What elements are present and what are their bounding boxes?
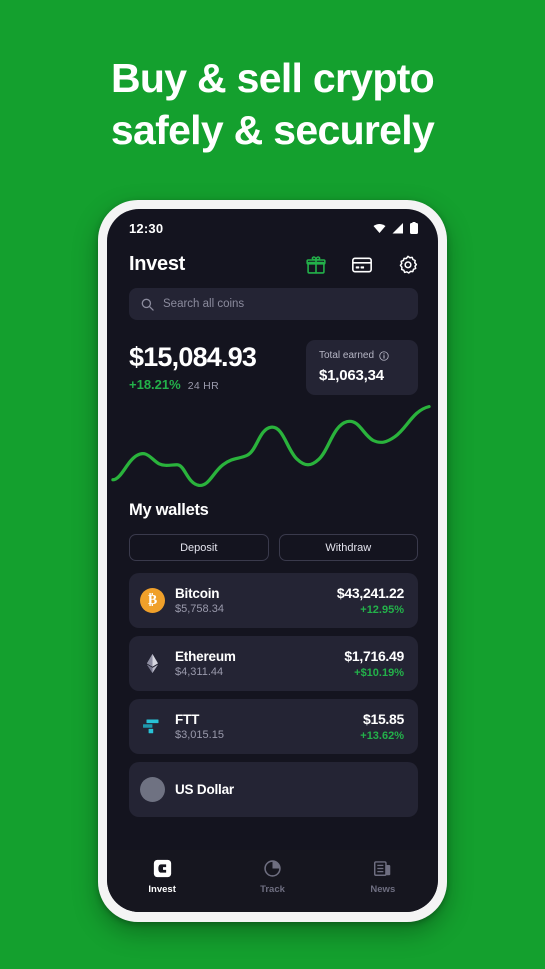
gear-icon[interactable]: [398, 255, 418, 275]
ftt-icon: [140, 714, 165, 739]
battery-icon: [410, 222, 418, 234]
coin-price: $1,716.49: [344, 648, 404, 664]
news-icon: [374, 861, 391, 876]
coin-price: $15.85: [362, 711, 404, 727]
wallet-actions: Deposit Withdraw: [107, 520, 438, 561]
headline-line-2: safely & securely: [110, 107, 435, 154]
search-placeholder: Search all coins: [163, 298, 245, 310]
wifi-icon: [373, 223, 386, 233]
gift-icon[interactable]: [306, 255, 326, 275]
coin-identity: Ethereum $4,311.44: [175, 649, 344, 678]
coin-identity: US Dollar: [175, 782, 404, 797]
nav-label-track: Track: [260, 884, 285, 895]
coin-name: Ethereum: [175, 649, 236, 664]
balance-change-row: +18.21% 24 HR: [129, 377, 256, 392]
wallets-title: My wallets: [129, 501, 209, 519]
deposit-button[interactable]: Deposit: [129, 534, 269, 561]
nav-item-track[interactable]: Track: [217, 859, 327, 895]
card-icon[interactable]: [352, 255, 372, 275]
status-icons: [373, 222, 418, 234]
ethereum-icon: [140, 651, 165, 676]
usdollar-icon: [140, 777, 165, 802]
balance-section: $15,084.93 +18.21% 24 HR Total earned $1…: [107, 320, 438, 395]
coin-values: $43,241.22 +12.95%: [337, 585, 404, 616]
ethereum-icon-glyph: [147, 654, 158, 673]
search-input[interactable]: Search all coins: [129, 288, 418, 320]
coin-identity: Bitcoin $5,758.34: [175, 586, 337, 615]
search-icon: [141, 298, 154, 311]
app-body: Search all coins $15,084.93 +18.21% 24 H…: [107, 288, 438, 850]
coin-list: ₿ Bitcoin $5,758.34 $43,241.22 +12.95% E…: [107, 561, 438, 817]
signal-icon: [392, 222, 403, 233]
phone-frame: 12:30 Invest Search all coins $15,084.93…: [98, 200, 447, 922]
page-title: Invest: [129, 253, 186, 275]
status-bar: 12:30: [107, 209, 438, 247]
ftt-icon-glyph: [143, 719, 159, 734]
total-earned-label-row: Total earned: [319, 350, 405, 361]
bottom-nav: Invest Track News: [107, 850, 438, 912]
coin-holdings: $3,015.15: [175, 729, 224, 741]
promo-headline: Buy & sell crypto safely & securely: [0, 52, 545, 157]
coin-name: Bitcoin: [175, 586, 220, 601]
coin-holdings: $4,311.44: [175, 666, 224, 678]
withdraw-button[interactable]: Withdraw: [278, 534, 418, 561]
info-icon[interactable]: [379, 350, 389, 361]
coin-price: $43,241.22: [336, 585, 404, 601]
table-row[interactable]: ₿ Bitcoin $5,758.34 $43,241.22 +12.95%: [129, 573, 418, 628]
phone-screen: 12:30 Invest Search all coins $15,084.93…: [107, 209, 438, 912]
bitcoin-icon: ₿: [140, 588, 165, 613]
balance-change-percent: +18.21%: [129, 377, 181, 393]
invest-icon: [153, 859, 171, 878]
usdollar-icon-glyph: [140, 777, 165, 802]
track-icon: [264, 860, 281, 877]
coin-name: FTT: [175, 712, 200, 727]
coin-values: $15.85 +13.62%: [360, 711, 404, 742]
coin-change: +13.62%: [360, 730, 404, 742]
nav-item-news[interactable]: News: [328, 859, 438, 895]
total-earned-value: $1,063,34: [319, 367, 384, 384]
portfolio-chart: [107, 395, 438, 491]
balance-amount: $15,084.93: [129, 342, 257, 372]
nav-item-invest[interactable]: Invest: [107, 859, 217, 895]
bitcoin-icon-symbol: ₿: [140, 588, 165, 613]
balance-period: 24 HR: [187, 380, 219, 393]
coin-change: +$10.19%: [354, 667, 404, 679]
total-earned-label: Total earned: [319, 350, 375, 361]
table-row[interactable]: FTT $3,015.15 $15.85 +13.62%: [129, 699, 418, 754]
coin-change: +12.95%: [360, 604, 404, 616]
coin-identity: FTT $3,015.15: [175, 712, 360, 741]
coin-holdings: $5,758.34: [175, 603, 224, 615]
table-row[interactable]: Ethereum $4,311.44 $1,716.49 +$10.19%: [129, 636, 418, 691]
total-earned-card[interactable]: Total earned $1,063,34: [306, 340, 418, 395]
coin-name: US Dollar: [175, 782, 234, 797]
nav-label-invest: Invest: [148, 884, 176, 895]
app-header: Invest: [107, 247, 438, 288]
table-row[interactable]: US Dollar: [129, 762, 418, 817]
coin-values: $1,716.49 +$10.19%: [344, 648, 404, 679]
headline-line-1: Buy & sell crypto: [110, 55, 435, 101]
status-time: 12:30: [129, 220, 164, 236]
chart-svg: [111, 405, 431, 487]
balance-left: $15,084.93 +18.21% 24 HR: [129, 340, 257, 393]
nav-label-news: News: [370, 884, 396, 895]
header-icon-group: [306, 255, 418, 275]
